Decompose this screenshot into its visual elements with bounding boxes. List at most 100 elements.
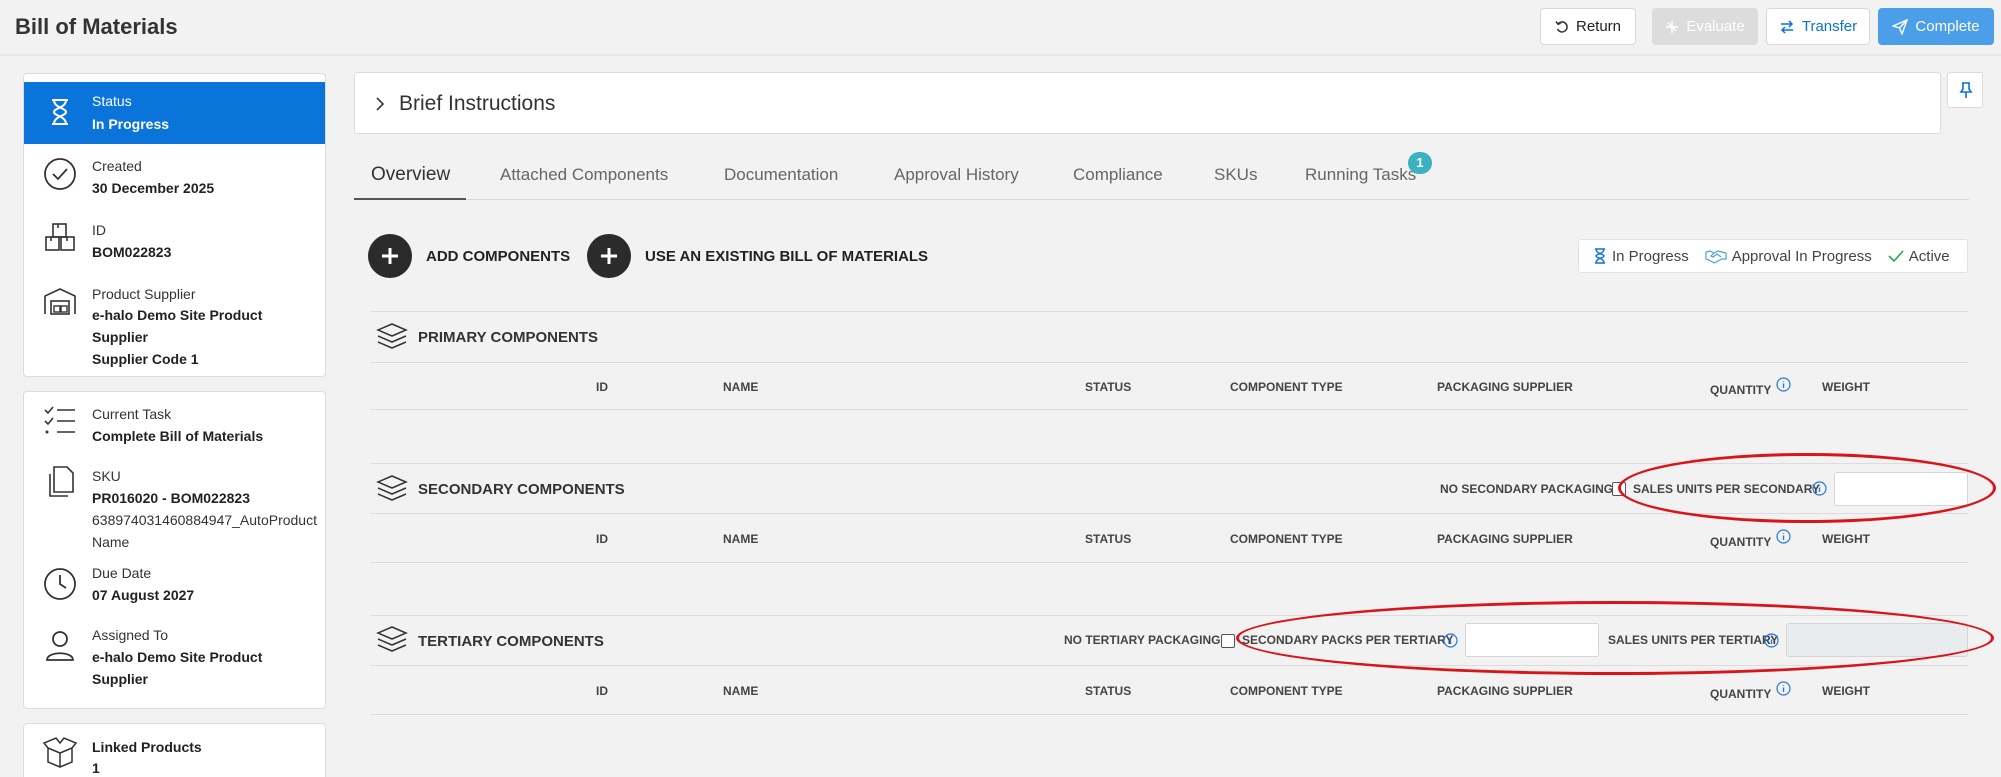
due-date-label: Due Date — [92, 565, 152, 581]
linked-products-card[interactable]: Linked Products 1 — [23, 723, 326, 777]
column-header-status: STATUS — [1085, 532, 1132, 546]
id-value: BOM022823 — [92, 244, 172, 260]
return-button[interactable]: Return — [1540, 8, 1636, 45]
pin-button[interactable] — [1947, 72, 1983, 108]
tertiary-components-title: TERTIARY COMPONENTS — [418, 633, 604, 650]
add-components-label: ADD COMPONENTS — [426, 247, 571, 265]
linked-products-label: Linked Products — [92, 739, 202, 755]
complete-button-label: Complete — [1915, 18, 1980, 35]
tertiary-header-divider — [371, 665, 1968, 666]
product-supplier-item: Product Supplier e-halo Demo Site Produc… — [24, 274, 325, 374]
column-header-quantity: QUANTITY — [1710, 535, 1772, 549]
brief-instructions-panel[interactable]: Brief Instructions — [354, 72, 1941, 134]
column-header-weight: WEIGHT — [1822, 532, 1870, 546]
current-task-item: Current Task Complete Bill of Materials — [24, 392, 325, 454]
sales-units-per-tertiary-input — [1786, 623, 1968, 657]
id-item: ID BOM022823 — [24, 210, 325, 272]
sales-units-per-secondary-input[interactable] — [1834, 472, 1968, 506]
tabs-divider — [354, 199, 1969, 200]
info-icon[interactable] — [1812, 481, 1827, 496]
column-header-quantity: QUANTITY — [1710, 687, 1772, 701]
column-header-weight: WEIGHT — [1822, 380, 1870, 394]
task-list-icon — [42, 402, 78, 438]
status-label: Status — [92, 93, 132, 109]
assigned-to-item: Assigned To e-halo Demo Site Product Sup… — [24, 620, 325, 708]
legend-active: Active — [1888, 248, 1950, 265]
document-copy-icon — [42, 464, 78, 500]
column-header-weight: WEIGHT — [1822, 684, 1870, 698]
task-details-card: Current Task Complete Bill of Materials … — [23, 391, 326, 709]
created-label: Created — [92, 158, 142, 174]
layers-icon — [376, 473, 408, 505]
tab-compliance[interactable]: Compliance — [1073, 165, 1163, 185]
running-tasks-badge: 1 — [1408, 152, 1432, 174]
status-value: In Progress — [92, 116, 170, 132]
layers-icon — [376, 321, 408, 353]
tab-skus[interactable]: SKUs — [1214, 165, 1257, 185]
header-divider — [0, 54, 2001, 56]
sku-product-name: 638974031460884947_AutoProduct — [92, 512, 317, 528]
return-button-label: Return — [1575, 18, 1622, 35]
no-tertiary-packaging-checkbox[interactable] — [1221, 634, 1235, 648]
info-icon[interactable] — [1776, 377, 1791, 392]
tab-documentation[interactable]: Documentation — [724, 165, 838, 185]
evaluate-icon — [1665, 20, 1679, 34]
due-date-item: Due Date 07 August 2027 — [24, 558, 325, 620]
chevron-right-icon[interactable] — [375, 96, 385, 112]
no-secondary-packaging-checkbox[interactable] — [1612, 482, 1626, 496]
assigned-to-label: Assigned To — [92, 627, 169, 643]
primary-table-divider — [371, 409, 1968, 410]
current-task-label: Current Task — [92, 406, 172, 422]
product-supplier-name: e-halo Demo Site Product — [92, 307, 263, 323]
column-header-id: ID — [596, 532, 608, 546]
column-header-name: NAME — [723, 532, 759, 546]
product-supplier-label: Product Supplier — [92, 286, 196, 302]
no-tertiary-packaging-label: NO TERTIARY PACKAGING — [1064, 633, 1221, 647]
info-icon[interactable] — [1776, 529, 1791, 544]
info-icon[interactable] — [1443, 633, 1458, 648]
info-icon[interactable] — [1776, 681, 1791, 696]
linked-products-item[interactable]: Linked Products 1 — [24, 724, 325, 777]
page-title: Bill of Materials — [15, 14, 178, 39]
column-header-status: STATUS — [1085, 380, 1132, 394]
brief-instructions-title: Brief Instructions — [399, 92, 556, 115]
complete-button[interactable]: Complete — [1878, 8, 1994, 45]
primary-header-divider — [371, 362, 1968, 363]
evaluate-button[interactable]: Evaluate — [1652, 8, 1758, 45]
column-header-packaging-supplier: PACKAGING SUPPLIER — [1437, 684, 1573, 698]
tertiary-table-divider — [371, 714, 1968, 715]
layers-icon — [376, 624, 408, 656]
info-icon[interactable] — [1764, 633, 1779, 648]
assigned-to-value: e-halo Demo Site Product — [92, 649, 263, 665]
bom-summary-card: Status In Progress Created 30 December 2… — [23, 73, 326, 377]
column-header-component-type: COMPONENT TYPE — [1230, 380, 1343, 394]
use-existing-bom-button[interactable]: USE AN EXISTING BILL OF MATERIALS — [587, 234, 928, 278]
status-legend: In Progress Approval In Progress Active — [1578, 239, 1968, 273]
product-supplier-name-cont: Supplier — [92, 329, 149, 345]
transfer-button-label: Transfer — [1801, 18, 1858, 35]
primary-section-top-divider — [371, 311, 1968, 312]
sales-units-per-secondary-label: SALES UNITS PER SECONDARY — [1633, 482, 1820, 496]
tab-running-tasks[interactable]: Running Tasks — [1305, 165, 1416, 185]
column-header-component-type: COMPONENT TYPE — [1230, 684, 1343, 698]
secondary-packs-per-tertiary-label: SECONDARY PACKS PER TERTIARY — [1242, 633, 1454, 647]
assigned-to-value-cont: Supplier — [92, 671, 149, 687]
tab-attached-components[interactable]: Attached Components — [500, 165, 668, 185]
primary-components-title: PRIMARY COMPONENTS — [418, 329, 599, 346]
clock-icon — [42, 566, 78, 602]
user-icon — [42, 628, 78, 664]
add-components-button[interactable]: ADD COMPONENTS — [368, 234, 570, 278]
transfer-button[interactable]: Transfer — [1766, 8, 1870, 45]
column-header-packaging-supplier: PACKAGING SUPPLIER — [1437, 380, 1573, 394]
tab-overview[interactable]: Overview — [371, 164, 450, 186]
id-label: ID — [92, 222, 106, 238]
legend-in-progress: In Progress — [1593, 247, 1689, 265]
due-date-value: 07 August 2027 — [92, 587, 195, 603]
tab-approval-history[interactable]: Approval History — [894, 165, 1019, 185]
column-header-packaging-supplier: PACKAGING SUPPLIER — [1437, 532, 1573, 546]
hourglass-icon — [42, 94, 78, 130]
evaluate-button-label: Evaluate — [1686, 18, 1745, 35]
created-item: Created 30 December 2025 — [24, 146, 325, 208]
warehouse-icon — [42, 284, 78, 320]
secondary-packs-per-tertiary-input[interactable] — [1465, 623, 1599, 657]
